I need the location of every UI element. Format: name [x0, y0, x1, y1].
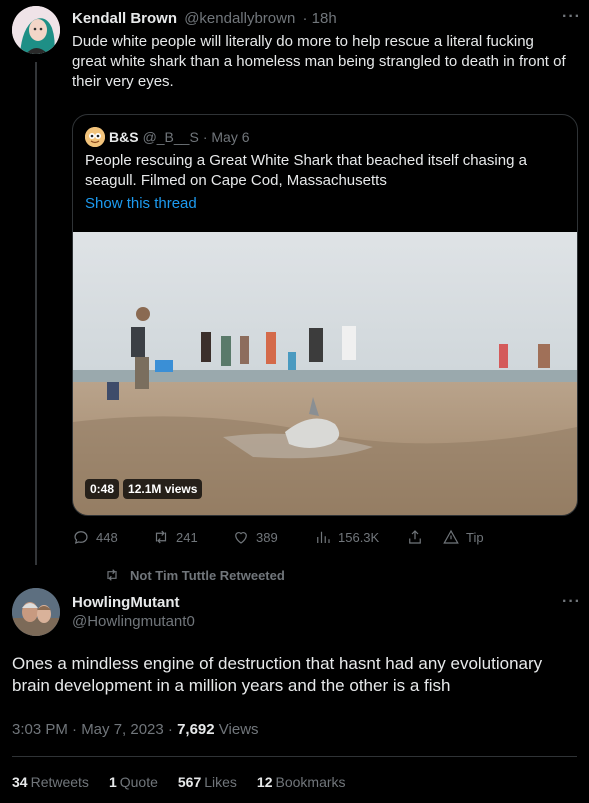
tip-icon [443, 529, 459, 544]
video-duration: 0:48 [85, 479, 120, 499]
reply-timestamp[interactable]: 3:03 PM · May 7, 2023 · [12, 721, 177, 738]
avatar[interactable] [12, 6, 60, 54]
retweet-banner-text: Not Tim Tuttle Retweeted [130, 567, 285, 583]
more-icon[interactable]: ··· [562, 8, 581, 26]
tweet-text: Dude white people will literally do more… [72, 33, 566, 90]
bookmarks-stat[interactable]: 12 Bookmarks [257, 774, 346, 790]
thread-connector-line [35, 62, 37, 565]
video-thumbnail [73, 232, 577, 515]
quote-text: People rescuing a Great White Shark that… [85, 152, 527, 189]
tip-label: Tip [466, 529, 484, 545]
reply-text: Ones a mindless engine of destruction th… [12, 654, 543, 695]
tweet-actions: 448 241 389 156.3K Tip [72, 528, 502, 546]
reply-author-name[interactable]: HowlingMutant [72, 594, 179, 611]
avatar[interactable] [12, 588, 60, 636]
author-handle[interactable]: @kendallybrown [184, 10, 295, 27]
retweet-icon [155, 530, 167, 544]
tip-button[interactable]: Tip [442, 528, 484, 546]
share-button[interactable] [406, 528, 442, 546]
likes-stat[interactable]: 567 Likes [178, 774, 237, 790]
like-button[interactable]: 389 [232, 528, 314, 546]
quotes-stat[interactable]: 1 Quote [109, 774, 158, 790]
reply-icon [74, 531, 88, 544]
reply-timestamp-row: 3:03 PM · May 7, 2023 · 7,692 Views [12, 721, 259, 738]
reply-count: 448 [96, 529, 118, 545]
quote-time[interactable]: · May 6 [203, 128, 250, 146]
retweet-icon [107, 569, 117, 581]
like-icon [235, 532, 247, 544]
retweet-button[interactable]: 241 [152, 528, 232, 546]
quote-author-name[interactable]: B&S [109, 128, 139, 146]
views-icon [317, 531, 330, 543]
reply-button[interactable]: 448 [72, 528, 152, 546]
video-player[interactable]: 0:48 12.1M views [73, 232, 577, 515]
reply-author-handle[interactable]: @Howlingmutant0 [72, 613, 195, 630]
like-count: 389 [256, 529, 278, 545]
reply-views-label: Views [214, 721, 259, 738]
retweet-count: 241 [176, 529, 198, 545]
views-count: 156.3K [338, 529, 380, 545]
reply-views-count: 7,692 [177, 721, 215, 738]
tweet-time[interactable]: · 18h [302, 10, 336, 27]
divider [12, 756, 577, 757]
video-views: 12.1M views [123, 479, 203, 499]
more-icon[interactable]: ··· [562, 593, 581, 611]
quoted-tweet[interactable]: B&S @_B__S · May 6 People rescuing a Gre… [72, 114, 578, 516]
views-button[interactable]: 156.3K [314, 528, 406, 546]
retweets-stat[interactable]: 34 Retweets [12, 774, 89, 790]
share-icon [409, 530, 421, 544]
quote-author-handle[interactable]: @_B__S [143, 128, 199, 146]
engagement-stats: 34 Retweets 1 Quote 567 Likes 12 Bookmarks [12, 774, 346, 790]
quote-avatar [85, 127, 105, 147]
author-name[interactable]: Kendall Brown [72, 10, 177, 27]
retweet-banner[interactable]: Not Tim Tuttle Retweeted [104, 567, 285, 583]
show-thread-link[interactable]: Show this thread [85, 195, 197, 212]
